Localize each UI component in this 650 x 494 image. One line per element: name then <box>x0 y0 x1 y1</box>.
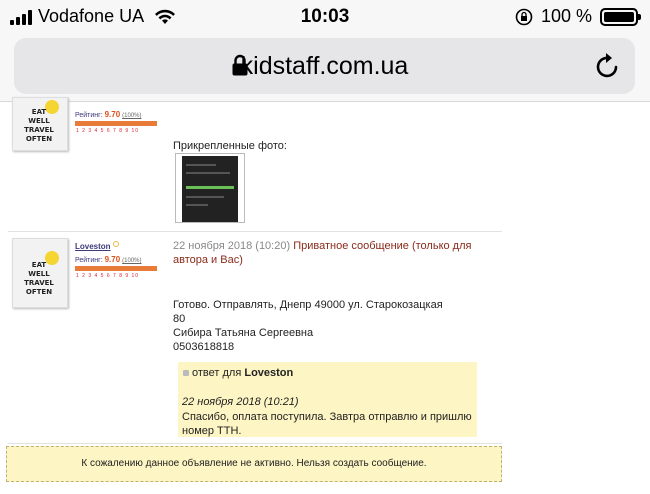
battery-icon <box>600 7 641 26</box>
reply-box: ответ для Loveston 22 ноября 2018 (10:21… <box>178 362 477 437</box>
inactive-notice: К сожалению данное объявление не активно… <box>6 446 502 482</box>
post-header: 22 ноября 2018 (10:20) Приватное сообщен… <box>173 239 503 267</box>
attached-photos-label: Прикрепленные фото: <box>173 140 287 152</box>
address-bar[interactable]: kidstaff.com.ua <box>14 38 635 94</box>
reload-icon[interactable] <box>595 52 621 80</box>
post-separator <box>8 231 502 232</box>
orientation-lock-icon <box>515 8 533 25</box>
page-content: EAT WELL TRAVEL OFTEN Рейтинг: 9.70 (100… <box>0 97 650 494</box>
rating: Рейтинг: 9.70 (100%) <box>75 110 141 119</box>
rating-bar <box>75 121 157 126</box>
browser-toolbar: kidstaff.com.ua <box>0 34 650 102</box>
rating-label: Рейтинг: <box>75 112 103 119</box>
rating-scale: 1 2 3 4 5 6 7 8 9 10 <box>76 128 140 134</box>
rating-value: 9.70 <box>104 255 121 264</box>
reply-to-user[interactable]: Loveston <box>244 367 293 379</box>
reply-header: ответ для Loveston <box>183 367 293 379</box>
post-message: Готово. Отправлять, Днепр 49000 ул. Стар… <box>173 298 493 354</box>
url-text[interactable]: kidstaff.com.ua <box>14 52 635 81</box>
avatar[interactable]: EAT WELL TRAVEL OFTEN <box>12 238 68 308</box>
reply-icon <box>183 370 189 377</box>
username-link[interactable]: Loveston <box>75 242 111 251</box>
rating-percent[interactable]: (100%) <box>122 113 141 119</box>
message-line: 0503618818 <box>173 341 235 353</box>
status-bar: Vodafone UA 10:03 100 % <box>0 0 650 34</box>
avatar[interactable]: EAT WELL TRAVEL OFTEN <box>12 97 68 151</box>
rating-value: 9.70 <box>104 110 121 119</box>
rating-bar <box>75 266 157 271</box>
avatar-text: EAT WELL TRAVEL OFTEN <box>24 108 54 143</box>
message-line: Сибира Татьяна Сергеевна <box>173 327 314 339</box>
rating-percent[interactable]: (100%) <box>122 258 141 264</box>
rating: Рейтинг: 9.70 (100%) <box>75 255 141 264</box>
rating-scale: 1 2 3 4 5 6 7 8 9 10 <box>76 273 140 279</box>
online-status-icon <box>113 241 119 247</box>
reply-date: 22 ноября 2018 (10:21) <box>182 396 299 408</box>
screenshot-thumbnail <box>182 156 238 222</box>
reply-text: Спасибо, оплата поступила. Завтра отправ… <box>182 411 472 437</box>
post-date: 22 ноября 2018 (10:20) <box>173 240 291 252</box>
avatar-text: EAT WELL TRAVEL OFTEN <box>24 261 54 296</box>
post-separator <box>8 443 502 444</box>
attached-photo-thumbnail[interactable] <box>175 153 245 223</box>
message-line: Готово. Отправлять, Днепр 49000 ул. Стар… <box>173 299 443 311</box>
reply-prefix: ответ для <box>192 367 242 379</box>
message-line: 80 <box>173 313 186 325</box>
rating-label: Рейтинг: <box>75 257 103 264</box>
status-right: 100 % <box>515 6 641 27</box>
battery-percent: 100 % <box>540 6 592 26</box>
